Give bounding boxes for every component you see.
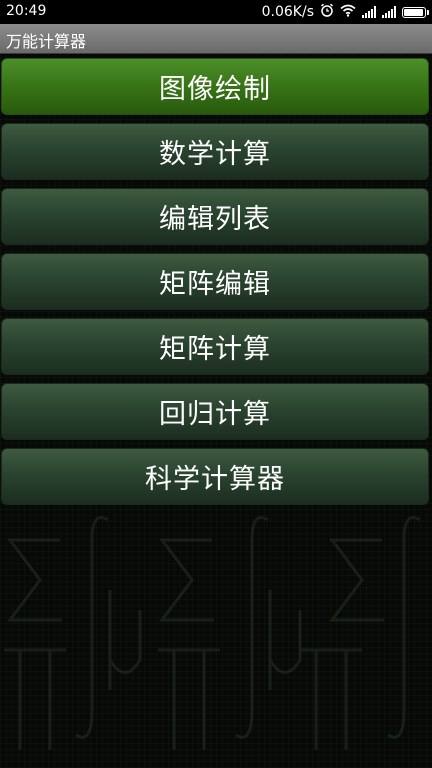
status-bar: 20:49 0.06K/s — [0, 0, 432, 24]
menu-button-scientific-calculator[interactable]: 科学计算器 — [1, 448, 429, 505]
menu-button-matrix-edit[interactable]: 矩阵编辑 — [1, 253, 429, 310]
wifi-icon — [340, 4, 356, 21]
menu-button-edit-list[interactable]: 编辑列表 — [1, 188, 429, 245]
math-symbols-decoration — [4, 516, 421, 750]
signal-icon — [382, 6, 396, 18]
network-speed: 0.06K/s — [261, 4, 314, 20]
screen: 20:49 0.06K/s 万能计算器 图像绘制 数学计算 编辑列表 矩阵编辑 … — [0, 0, 432, 768]
signal-icon — [362, 6, 376, 18]
status-icons: 0.06K/s — [261, 3, 429, 21]
menu-button-graph-plot[interactable]: 图像绘制 — [1, 58, 429, 115]
battery-icon — [402, 6, 429, 18]
app-title: 万能计算器 — [6, 32, 87, 51]
menu-button-regression-calc[interactable]: 回归计算 — [1, 383, 429, 440]
menu-button-matrix-calc[interactable]: 矩阵计算 — [1, 318, 429, 375]
alarm-icon — [320, 3, 334, 21]
menu-button-math-calc[interactable]: 数学计算 — [1, 123, 429, 180]
title-bar: 万能计算器 — [0, 24, 432, 54]
status-time: 20:49 — [6, 3, 47, 19]
